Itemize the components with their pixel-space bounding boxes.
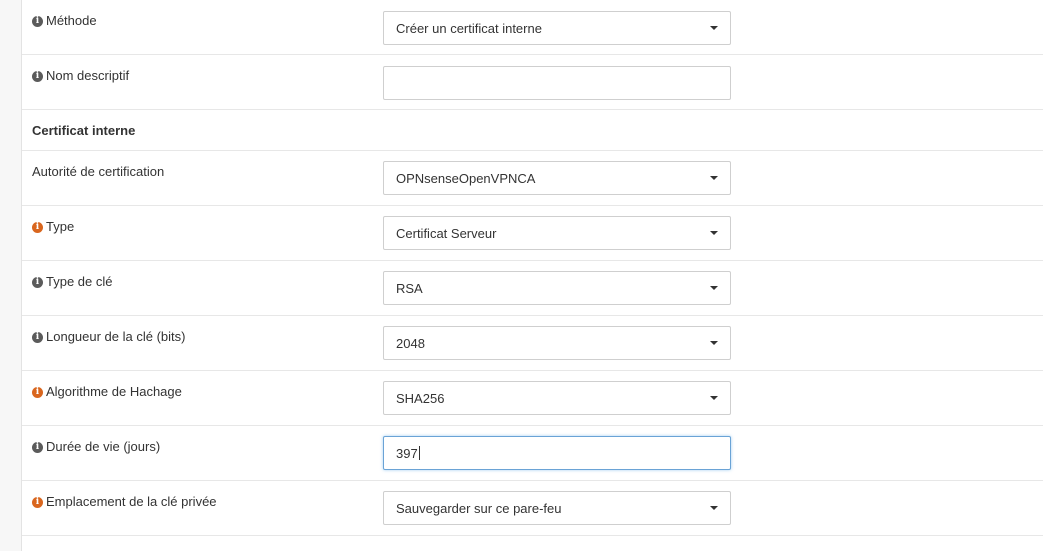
info-icon[interactable]: i — [32, 221, 43, 233]
lifetime-label: Durée de vie (jours) — [46, 439, 161, 454]
info-icon[interactable]: i — [32, 496, 43, 508]
chevron-down-icon — [710, 231, 718, 235]
certificate-authority-value: OPNsenseOpenVPNCA — [396, 171, 536, 186]
private-key-location-select[interactable]: Sauvegarder sur ce pare-feu — [383, 491, 731, 525]
method-label-wrap: i Méthode — [32, 13, 97, 29]
info-icon[interactable]: i — [32, 70, 43, 82]
type-value: Certificat Serveur — [396, 226, 497, 241]
key-type-value: RSA — [396, 281, 423, 296]
info-icon[interactable]: i — [32, 441, 43, 453]
key-type-label-wrap: i Type de clé — [32, 274, 113, 290]
key-type-row: i Type de clé RSA — [22, 261, 1043, 316]
digest-algorithm-label: Algorithme de Hachage — [46, 384, 182, 399]
certificate-authority-row: Autorité de certification OPNsenseOpenVP… — [22, 151, 1043, 206]
text-cursor — [418, 446, 420, 460]
section-title-internal-certificate: Certificat interne — [32, 123, 136, 138]
lifetime-input[interactable]: 397 — [383, 436, 731, 470]
lifetime-row: i Durée de vie (jours) 397 — [22, 426, 1043, 481]
lifetime-value-wrap: 397 — [396, 446, 420, 461]
descriptive-name-label: Nom descriptif — [46, 68, 130, 83]
key-length-value: 2048 — [396, 336, 425, 351]
key-length-label: Longueur de la clé (bits) — [46, 329, 186, 344]
key-length-select[interactable]: 2048 — [383, 326, 731, 360]
private-key-location-row: i Emplacement de la clé privée Sauvegard… — [22, 481, 1043, 536]
chevron-down-icon — [710, 176, 718, 180]
info-icon[interactable]: i — [32, 15, 43, 27]
chevron-down-icon — [710, 286, 718, 290]
certificate-authority-label: Autorité de certification — [32, 164, 165, 179]
certificate-authority-label-wrap: Autorité de certification — [32, 164, 164, 180]
private-key-location-label: Emplacement de la clé privée — [46, 494, 217, 509]
type-label: Type — [46, 219, 75, 234]
digest-algorithm-select[interactable]: SHA256 — [383, 381, 731, 415]
method-select-value: Créer un certificat interne — [396, 21, 542, 36]
info-icon[interactable]: i — [32, 331, 43, 343]
key-type-select[interactable]: RSA — [383, 271, 731, 305]
digest-algorithm-value: SHA256 — [396, 391, 445, 406]
key-type-label: Type de clé — [46, 274, 113, 289]
method-select[interactable]: Créer un certificat interne — [383, 11, 731, 45]
lifetime-value: 397 — [396, 446, 418, 461]
chevron-down-icon — [710, 26, 718, 30]
certificate-authority-select[interactable]: OPNsenseOpenVPNCA — [383, 161, 731, 195]
private-key-location-value: Sauvegarder sur ce pare-feu — [396, 501, 562, 516]
method-label: Méthode — [46, 13, 97, 28]
key-length-row: i Longueur de la clé (bits) 2048 — [22, 316, 1043, 371]
certificate-form-panel: i Méthode Créer un certificat interne i … — [21, 0, 1043, 551]
info-icon[interactable]: i — [32, 386, 43, 398]
descriptive-name-row: i Nom descriptif — [22, 55, 1043, 110]
descriptive-name-input[interactable] — [383, 66, 731, 100]
chevron-down-icon — [710, 506, 718, 510]
type-row: i Type Certificat Serveur — [22, 206, 1043, 261]
type-label-wrap: i Type — [32, 219, 74, 235]
type-select[interactable]: Certificat Serveur — [383, 216, 731, 250]
info-icon[interactable]: i — [32, 276, 43, 288]
digest-algorithm-label-wrap: i Algorithme de Hachage — [32, 384, 182, 400]
descriptive-name-label-wrap: i Nom descriptif — [32, 68, 129, 84]
method-row: i Méthode Créer un certificat interne — [22, 0, 1043, 55]
lifetime-label-wrap: i Durée de vie (jours) — [32, 439, 160, 455]
digest-algorithm-row: i Algorithme de Hachage SHA256 — [22, 371, 1043, 426]
chevron-down-icon — [710, 396, 718, 400]
key-length-label-wrap: i Longueur de la clé (bits) — [32, 329, 185, 345]
private-key-location-label-wrap: i Emplacement de la clé privée — [32, 494, 217, 510]
chevron-down-icon — [710, 341, 718, 345]
